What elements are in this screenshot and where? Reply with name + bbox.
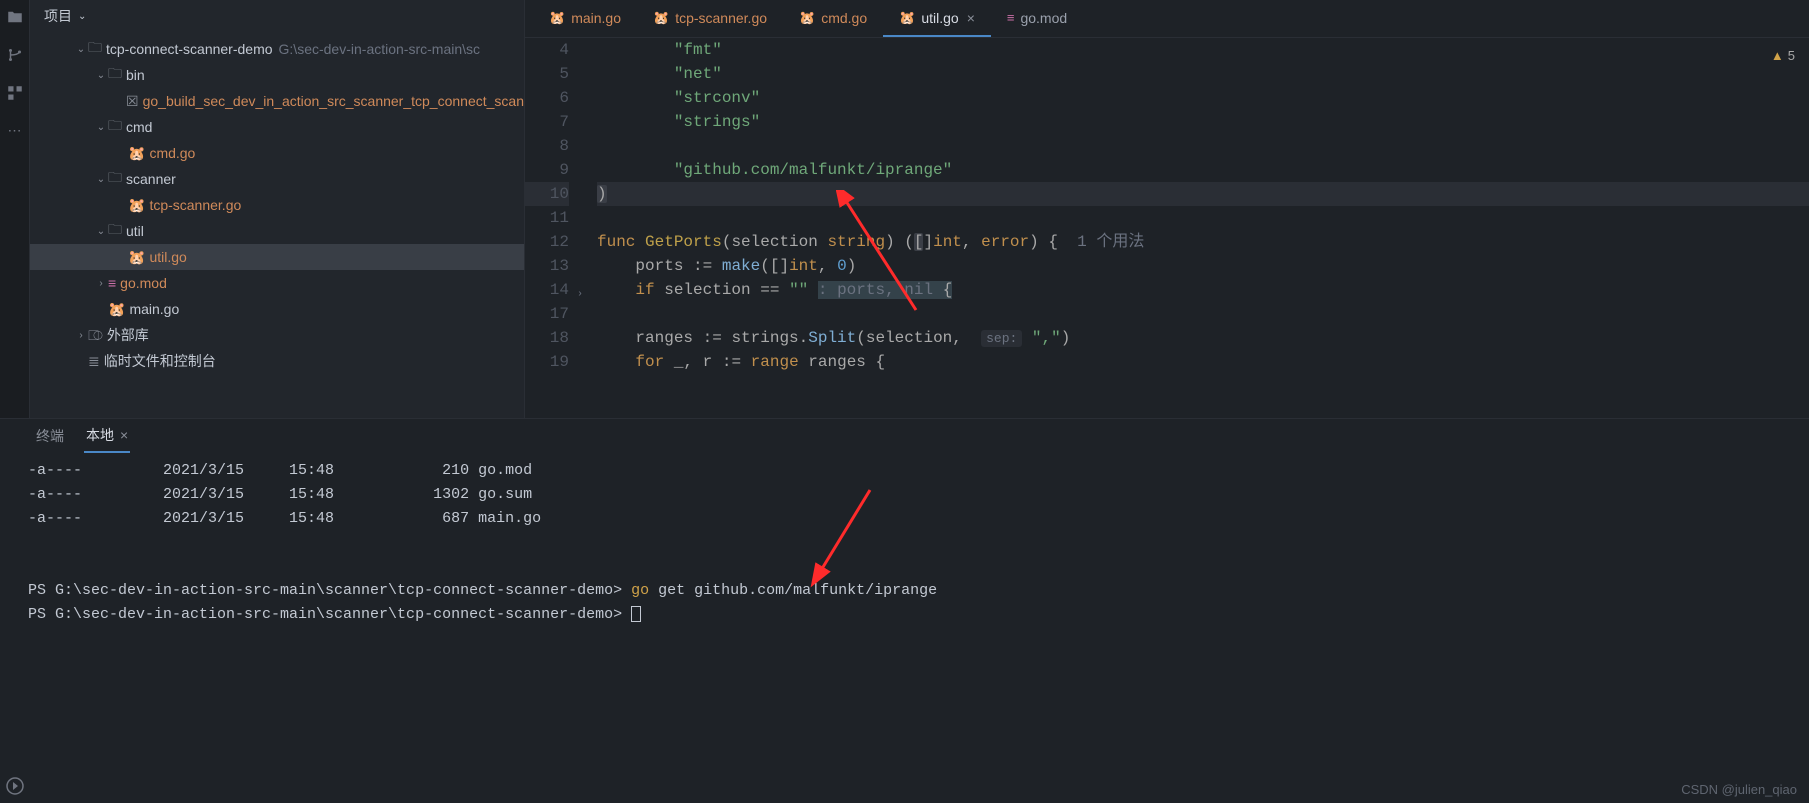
warning-icon: ▲ — [1771, 48, 1784, 63]
tree-external-libs[interactable]: ›⎄外部库 — [30, 322, 524, 348]
project-sidebar: 项目⌄ ⌄🗀 tcp-connect-scanner-demo G:\sec-d… — [30, 0, 525, 418]
tree-folder-util[interactable]: ⌄🗀util — [30, 218, 524, 244]
tab-util[interactable]: 🐹util.go× — [883, 0, 991, 37]
editor-tabs: 🐹main.go 🐹tcp-scanner.go 🐹cmd.go 🐹util.g… — [525, 0, 1809, 38]
tree-folder-cmd[interactable]: ⌄🗀cmd — [30, 114, 524, 140]
close-icon[interactable]: × — [120, 427, 128, 443]
line-gutter: 4567891011121314›171819 — [525, 38, 589, 418]
go-icon: 🐹 — [799, 10, 815, 26]
code-content[interactable]: "fmt" "net" "strconv" "strings" "github.… — [589, 38, 1809, 418]
tree-file-cmdgo[interactable]: 🐹cmd.go — [30, 140, 524, 166]
tab-main[interactable]: 🐹main.go — [533, 0, 637, 37]
tree-file-gobuild[interactable]: ☒go_build_sec_dev_in_action_src_scanner_… — [30, 88, 524, 114]
go-icon: 🐹 — [899, 10, 915, 26]
terminal-tab-local[interactable]: 本地× — [84, 419, 130, 453]
tree-folder-bin[interactable]: ⌄🗀bin — [30, 62, 524, 88]
tree-scratches[interactable]: ≣临时文件和控制台 — [30, 348, 524, 374]
tool-strip: ⋯ — [0, 0, 30, 418]
terminal-tabs: 终端 本地× — [0, 419, 1809, 453]
tree-file-gomod[interactable]: ›≡go.mod — [30, 270, 524, 296]
branch-icon[interactable] — [6, 46, 24, 64]
editor-pane: 🐹main.go 🐹tcp-scanner.go 🐹cmd.go 🐹util.g… — [525, 0, 1809, 418]
structure-icon[interactable] — [6, 84, 24, 102]
tree-folder-scanner[interactable]: ⌄🗀scanner — [30, 166, 524, 192]
watermark: CSDN @julien_qiao — [1681, 782, 1797, 797]
inspection-badge[interactable]: ▲5 — [1771, 48, 1795, 63]
go-icon: 🐹 — [549, 10, 565, 26]
tree-project-root[interactable]: ⌄🗀 tcp-connect-scanner-demo G:\sec-dev-i… — [30, 36, 524, 62]
cursor — [631, 606, 641, 622]
terminal-output[interactable]: -a---- 2021/3/15 15:48 210 go.mod -a----… — [0, 453, 1809, 803]
folder-icon[interactable] — [6, 8, 24, 26]
mod-icon: ≡ — [1007, 10, 1015, 25]
close-icon[interactable]: × — [967, 10, 975, 26]
tab-tcp[interactable]: 🐹tcp-scanner.go — [637, 0, 783, 37]
tree-file-maingo[interactable]: 🐹main.go — [30, 296, 524, 322]
terminal-command-line: PS G:\sec-dev-in-action-src-main\scanner… — [28, 579, 1781, 603]
tab-gomod[interactable]: ≡go.mod — [991, 0, 1083, 37]
tree-file-utilgo[interactable]: 🐹util.go — [30, 244, 524, 270]
terminal-line: -a---- 2021/3/15 15:48 1302 go.sum — [28, 483, 1781, 507]
sidebar-title[interactable]: 项目⌄ — [30, 0, 524, 32]
terminal-panel: 终端 本地× -a---- 2021/3/15 15:48 210 go.mod… — [0, 418, 1809, 803]
terminal-line: -a---- 2021/3/15 15:48 687 main.go — [28, 507, 1781, 531]
tree-file-tcpscanner[interactable]: 🐹tcp-scanner.go — [30, 192, 524, 218]
project-tree: ⌄🗀 tcp-connect-scanner-demo G:\sec-dev-i… — [30, 32, 524, 418]
fold-chevron-icon[interactable]: › — [577, 283, 583, 307]
chevron-down-icon: ⌄ — [78, 11, 86, 22]
terminal-tab-main[interactable]: 终端 — [34, 420, 66, 452]
terminal-prompt[interactable]: PS G:\sec-dev-in-action-src-main\scanner… — [28, 603, 1781, 627]
run-icon[interactable] — [6, 777, 24, 795]
terminal-line: -a---- 2021/3/15 15:48 210 go.mod — [28, 459, 1781, 483]
code-editor[interactable]: 4567891011121314›171819 "fmt" "net" "str… — [525, 38, 1809, 418]
tab-cmd[interactable]: 🐹cmd.go — [783, 0, 883, 37]
go-icon: 🐹 — [653, 10, 669, 26]
more-icon[interactable]: ⋯ — [8, 122, 22, 139]
